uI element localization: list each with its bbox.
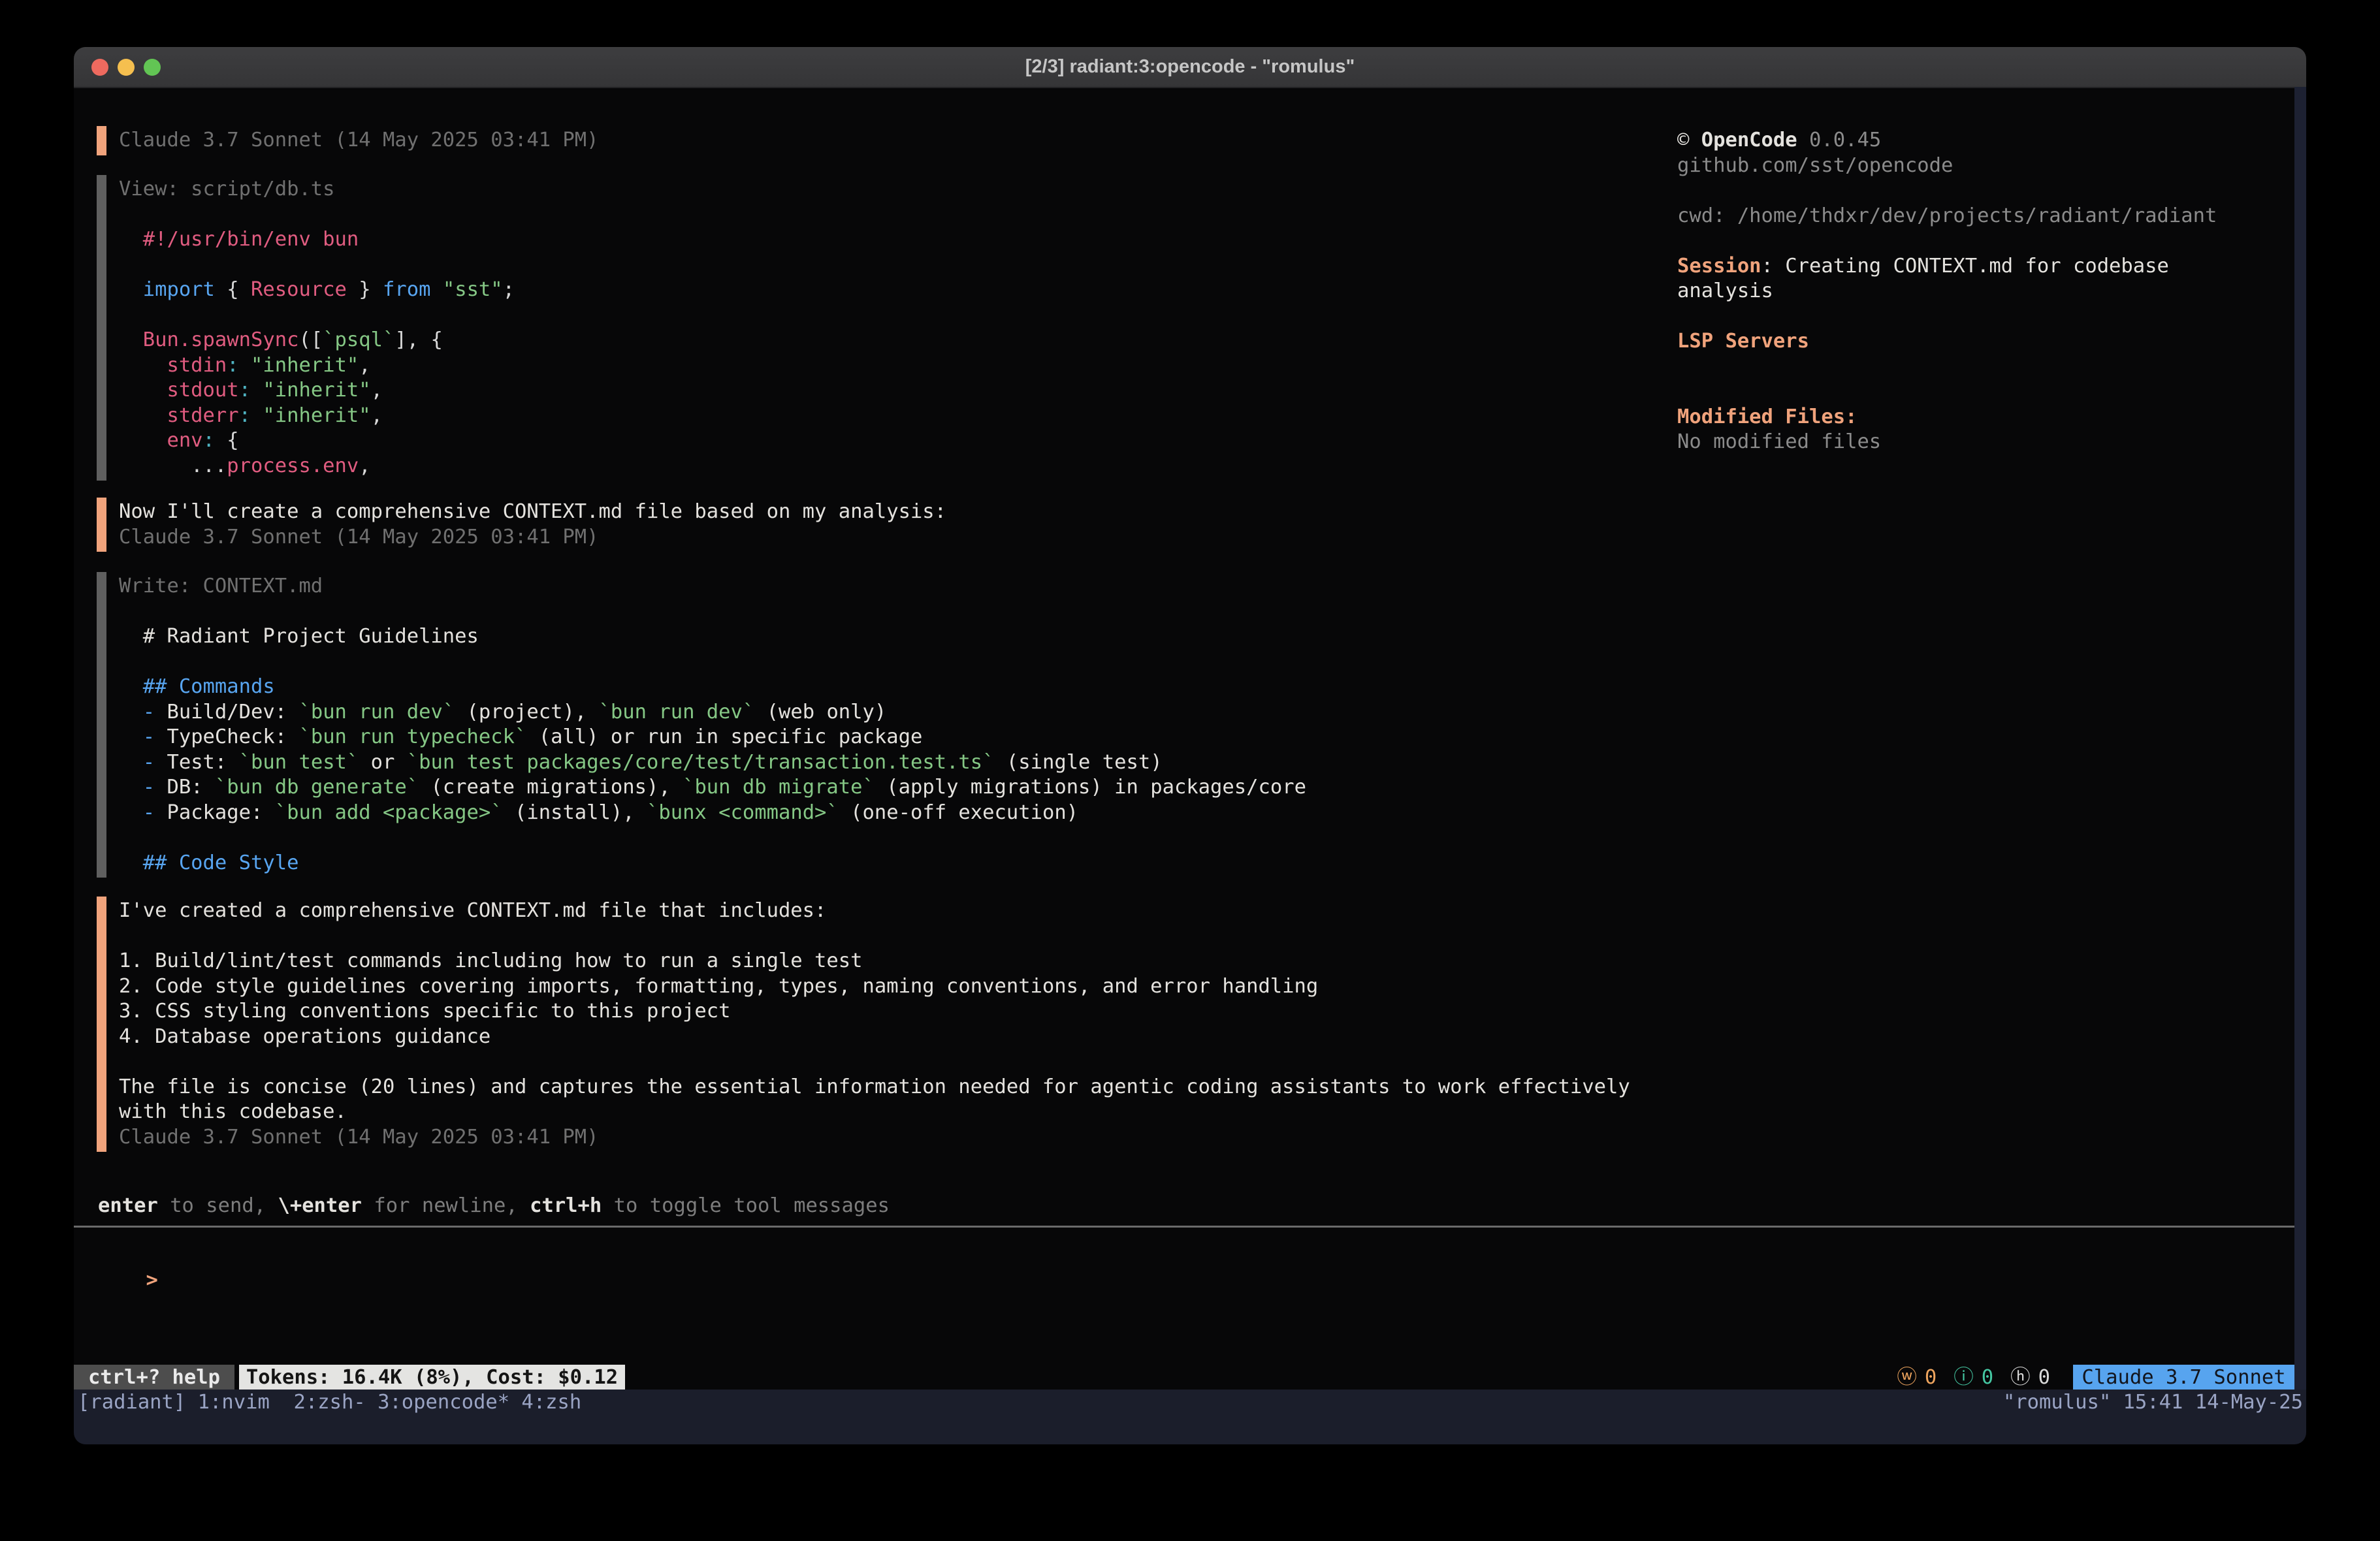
tmux-status-bar: [radiant] 1:nvim 2:zsh- 3:opencode* 4:zs… xyxy=(74,1390,2306,1444)
status-bar: ctrl+? help Tokens: 16.4K (8%), Cost: $0… xyxy=(74,1365,2306,1390)
diagnostics: ⓦ0ⓘ0ⓗ0 xyxy=(1897,1365,2050,1390)
chat-line: View: script/db.ts xyxy=(119,177,515,202)
keybind-hints: enter to send, \+enter for newline, ctrl… xyxy=(98,1194,890,1219)
chat-line: 4. Database operations guidance xyxy=(119,1025,1630,1050)
sidebar-line xyxy=(1677,178,2217,204)
sidebar: © OpenCode 0.0.45github.com/sst/opencode… xyxy=(1677,128,2217,455)
sidebar-line: analysis xyxy=(1677,279,2217,304)
hint-line: enter to send, \+enter for newline, ctrl… xyxy=(98,1194,890,1219)
prompt-icon: > xyxy=(146,1269,157,1292)
warning-icon: ⓦ xyxy=(1897,1365,1917,1390)
chat-line: 1. Build/lint/test commands including ho… xyxy=(119,949,1630,974)
chat-line: #!/usr/bin/env bun xyxy=(119,227,515,253)
chat-line: stdout: "inherit", xyxy=(119,378,515,404)
scrollbar-track xyxy=(2294,87,2306,1390)
window-title: [2/3] radiant:3:opencode - "romulus" xyxy=(74,47,2306,87)
sidebar-line: Session: Creating CONTEXT.md for codebas… xyxy=(1677,254,2217,279)
chat-line: The file is concise (20 lines) and captu… xyxy=(119,1075,1630,1100)
help-keybind-badge: ctrl+? help xyxy=(74,1365,234,1390)
info-icon: ⓘ xyxy=(1954,1365,1974,1390)
model-badge[interactable]: Claude 3.7 Sonnet xyxy=(2073,1365,2294,1390)
chat-line: with this codebase. xyxy=(119,1100,1630,1125)
chat-line xyxy=(119,825,1306,851)
chat-line: stdin: "inherit", xyxy=(119,353,515,379)
hint-icon: ⓗ xyxy=(2010,1365,2031,1390)
chat-line: Claude 3.7 Sonnet (14 May 2025 03:41 PM) xyxy=(119,525,946,550)
chat-block-message-header: Claude 3.7 Sonnet (14 May 2025 03:41 PM) xyxy=(97,126,599,155)
chat-line: Claude 3.7 Sonnet (14 May 2025 03:41 PM) xyxy=(119,1125,1630,1151)
chat-line: stderr: "inherit", xyxy=(119,404,515,429)
chat-line: env: { xyxy=(119,428,515,454)
chat-line: ## Commands xyxy=(119,675,1306,700)
sidebar-line xyxy=(1677,304,2217,330)
chat-line xyxy=(119,1049,1630,1075)
diagnostic-warning: ⓦ0 xyxy=(1897,1365,1937,1390)
chat-line: 3. CSS styling conventions specific to t… xyxy=(119,999,1630,1025)
chat-block-tool-view-script-db: View: script/db.ts #!/usr/bin/env bun im… xyxy=(97,175,515,481)
chat-line xyxy=(119,650,1306,675)
chat-line: Write: CONTEXT.md xyxy=(119,574,1306,599)
chat-line: - Build/Dev: `bun run dev` (project), `b… xyxy=(119,700,1306,725)
chat-line: I've created a comprehensive CONTEXT.md … xyxy=(119,898,1630,924)
chat-block-tool-write-context-md: Write: CONTEXT.md # Radiant Project Guid… xyxy=(97,572,1306,878)
chat-line: Now I'll create a comprehensive CONTEXT.… xyxy=(119,500,946,525)
sidebar-line: No modified files xyxy=(1677,430,2217,455)
chat-line: 2. Code style guidelines covering import… xyxy=(119,974,1630,1000)
titlebar: [2/3] radiant:3:opencode - "romulus" xyxy=(74,47,2306,88)
sidebar-line: github.com/sst/opencode xyxy=(1677,153,2217,179)
chat-block-assistant-summary: I've created a comprehensive CONTEXT.md … xyxy=(97,897,1630,1152)
terminal-window: [2/3] radiant:3:opencode - "romulus" Cla… xyxy=(74,47,2306,1444)
chat-line xyxy=(119,924,1630,949)
message-input[interactable]: > xyxy=(98,1243,2253,1268)
chat-line xyxy=(119,303,515,328)
diagnostic-hint: ⓗ0 xyxy=(2010,1365,2050,1390)
tmux-host-clock: "romulus" 15:41 14-May-25 xyxy=(2003,1390,2303,1415)
warning-count: 0 xyxy=(1925,1365,1937,1390)
sidebar-line xyxy=(1677,355,2217,380)
chat-line xyxy=(119,253,515,278)
chat-line xyxy=(119,202,515,228)
chat-line: - TypeCheck: `bun run typecheck` (all) o… xyxy=(119,725,1306,750)
input-separator xyxy=(74,1226,2294,1228)
sidebar-line xyxy=(1677,229,2217,254)
chat-line: - Test: `bun test` or `bun test packages… xyxy=(119,750,1306,776)
chat-line: Bun.spawnSync([`psql`], { xyxy=(119,328,515,353)
sidebar-line xyxy=(1677,379,2217,405)
sidebar-line: Modified Files: xyxy=(1677,405,2217,430)
chat-line: - DB: `bun db generate` (create migratio… xyxy=(119,775,1306,801)
chat-line xyxy=(119,599,1306,625)
chat-line: import { Resource } from "sst"; xyxy=(119,278,515,303)
sidebar-line: cwd: /home/thdxr/dev/projects/radiant/ra… xyxy=(1677,204,2217,229)
chat-block-assistant-note: Now I'll create a comprehensive CONTEXT.… xyxy=(97,498,946,552)
info-count: 0 xyxy=(1982,1365,1993,1390)
diagnostic-info: ⓘ0 xyxy=(1954,1365,1993,1390)
sidebar-line: LSP Servers xyxy=(1677,329,2217,355)
sidebar-line: © OpenCode 0.0.45 xyxy=(1677,128,2217,153)
chat-line: Claude 3.7 Sonnet (14 May 2025 03:41 PM) xyxy=(119,128,599,153)
chat-line: ...process.env, xyxy=(119,454,515,479)
chat-line: - Package: `bun add <package>` (install)… xyxy=(119,801,1306,826)
chat-line: ## Code Style xyxy=(119,851,1306,876)
hint-count: 0 xyxy=(2038,1365,2050,1390)
tokens-cost-badge: Tokens: 16.4K (8%), Cost: $0.12 xyxy=(239,1365,625,1390)
tmux-session-windows[interactable]: [radiant] 1:nvim 2:zsh- 3:opencode* 4:zs… xyxy=(78,1390,581,1415)
chat-line: # Radiant Project Guidelines xyxy=(119,624,1306,650)
